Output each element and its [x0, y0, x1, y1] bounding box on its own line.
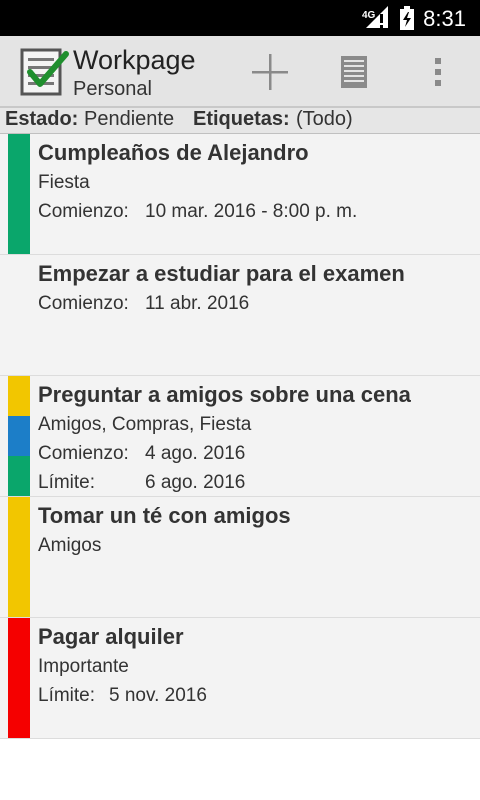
task-start: Comienzo: 4 ago. 2016: [38, 439, 472, 468]
task-tags: Amigos: [38, 535, 102, 556]
estado-value[interactable]: Pendiente: [84, 108, 174, 131]
task-item[interactable]: Pagar alquiler Importante Límite: 5 nov. …: [0, 618, 480, 739]
list-view-icon[interactable]: [332, 50, 376, 94]
task-item[interactable]: Preguntar a amigos sobre una cena Amigos…: [0, 376, 480, 497]
estado-label: Estado:: [5, 108, 79, 130]
battery-icon: [400, 6, 414, 30]
etiquetas-value[interactable]: (Todo): [296, 108, 353, 131]
app-logo-icon[interactable]: [18, 46, 70, 98]
task-tags: Fiesta: [38, 172, 90, 193]
action-bar: Workpage Personal: [0, 36, 480, 108]
tag-color-segment: [8, 456, 30, 496]
clock: 8:31: [423, 6, 466, 31]
due-value: 6 ago. 2016: [145, 472, 246, 493]
task-title: Preguntar a amigos sobre una cena: [38, 382, 411, 407]
app-subtitle[interactable]: Personal: [73, 78, 152, 101]
task-color-bar: [8, 134, 30, 254]
tag-color-segment: [8, 497, 30, 617]
task-title: Cumpleaños de Alejandro: [38, 140, 309, 165]
start-value: 10 mar. 2016 - 8:00 p. m.: [145, 201, 358, 222]
start-value: 4 ago. 2016: [145, 443, 246, 464]
task-tags: Amigos, Compras, Fiesta: [38, 414, 252, 435]
task-start: Comienzo: 11 abr. 2016: [38, 289, 472, 318]
svg-text:4G: 4G: [362, 10, 376, 21]
overflow-menu-icon[interactable]: [416, 50, 460, 94]
signal-icon: 4G: [362, 6, 388, 28]
tag-color-segment: [8, 376, 30, 416]
tag-color-segment: [8, 416, 30, 456]
start-label: Comienzo:: [38, 293, 129, 314]
task-color-bar: [8, 376, 30, 496]
task-list: Cumpleaños de Alejandro Fiesta Comienzo:…: [0, 134, 480, 739]
tag-color-segment: [8, 618, 30, 738]
task-item[interactable]: Tomar un té con amigos Amigos: [0, 497, 480, 618]
start-label: Comienzo:: [38, 443, 129, 464]
task-color-bar: [8, 618, 30, 738]
task-start: Comienzo: 10 mar. 2016 - 8:00 p. m.: [38, 197, 472, 226]
due-value: 5 nov. 2016: [109, 685, 207, 706]
task-due: Límite: 6 ago. 2016: [38, 468, 472, 497]
filter-bar[interactable]: Estado: Pendiente Etiquetas: (Todo): [0, 108, 480, 134]
task-color-bar: [8, 255, 30, 375]
app-title: Workpage: [73, 45, 196, 75]
tag-color-segment: [8, 134, 30, 254]
status-bar: 4G 8:31: [0, 0, 480, 36]
task-tags: Importante: [38, 656, 129, 677]
start-label: Comienzo:: [38, 201, 129, 222]
task-due: Límite: 5 nov. 2016: [38, 681, 472, 710]
task-title: Tomar un té con amigos: [38, 503, 291, 528]
task-item[interactable]: Cumpleaños de Alejandro Fiesta Comienzo:…: [0, 134, 480, 255]
due-label: Límite:: [38, 472, 96, 493]
task-title: Empezar a estudiar para el examen: [38, 261, 405, 286]
start-value: 11 abr. 2016: [145, 293, 250, 314]
etiquetas-label: Etiquetas:: [193, 108, 290, 130]
task-item[interactable]: Empezar a estudiar para el examen Comien…: [0, 255, 480, 376]
due-label: Límite:: [38, 685, 96, 706]
add-icon[interactable]: [248, 50, 292, 94]
task-color-bar: [8, 497, 30, 617]
task-title: Pagar alquiler: [38, 624, 184, 649]
